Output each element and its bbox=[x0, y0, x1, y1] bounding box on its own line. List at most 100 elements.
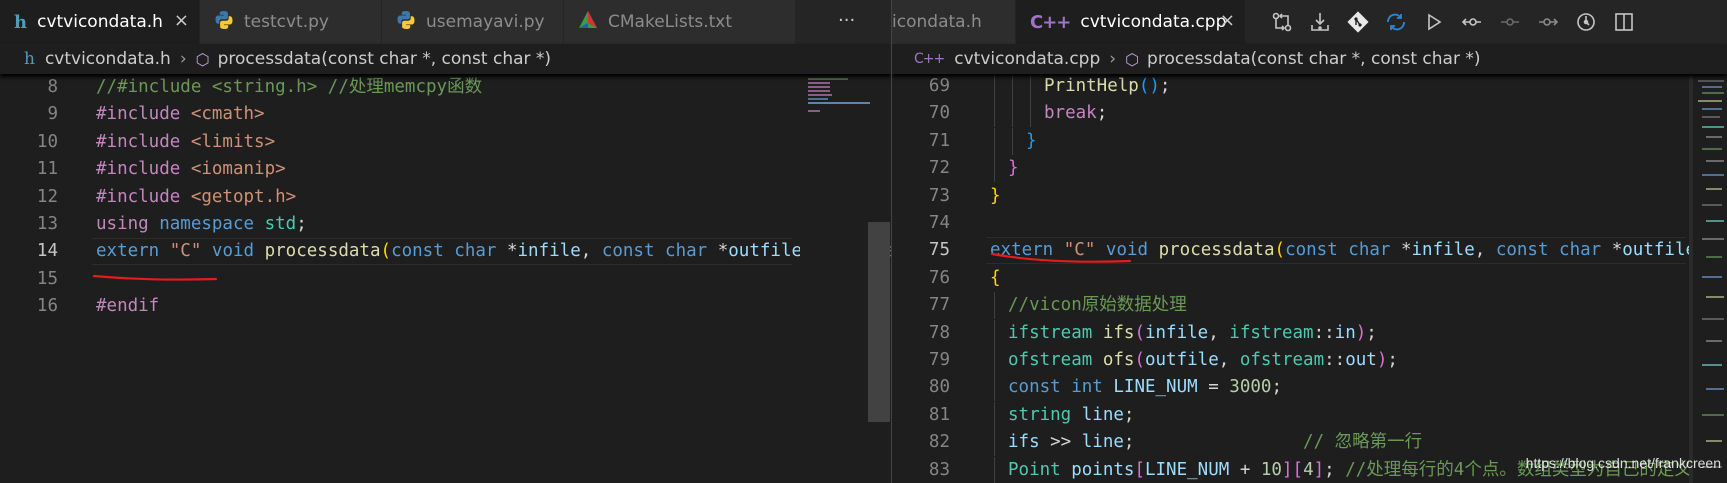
code-line[interactable]: 81 string line; bbox=[892, 401, 1692, 429]
code-token: const bbox=[391, 241, 455, 262]
code-line[interactable]: 70 break; bbox=[892, 100, 1692, 128]
code-line[interactable]: 12 #include <getopt.h> bbox=[0, 184, 800, 211]
compare-changes-icon[interactable] bbox=[1268, 8, 1296, 36]
code-text: extern "C" void processdata(const char *… bbox=[96, 238, 891, 265]
code-token: line bbox=[1081, 432, 1124, 453]
code-line[interactable]: 71} bbox=[892, 127, 1692, 155]
code-token: ; bbox=[1159, 76, 1171, 96]
cpp-file-icon: C++ bbox=[914, 51, 945, 67]
tab-cvtvicondata-cpp[interactable]: C++ cvtvicondata.cpp × bbox=[1016, 0, 1246, 44]
minimap[interactable] bbox=[800, 74, 872, 483]
timeline-icon[interactable] bbox=[1572, 8, 1600, 36]
code-text: } bbox=[1026, 128, 1037, 155]
python-icon bbox=[396, 10, 416, 35]
code-line[interactable]: 8 //#include <string.h> //处理memcpy函数 bbox=[0, 74, 800, 101]
breadcrumb: h cvtvicondata.h › ⬡ processdata(const c… bbox=[0, 44, 891, 74]
code-token: } bbox=[990, 185, 1001, 206]
code-line[interactable]: 74 bbox=[892, 210, 1692, 237]
code-line[interactable]: 11 #include <iomanip> bbox=[0, 156, 800, 183]
close-icon[interactable]: × bbox=[174, 10, 189, 31]
tab-cvtvicondata-h[interactable]: h cvtvicondata.h × bbox=[0, 0, 200, 44]
code-line[interactable]: 16 #endif bbox=[0, 293, 800, 320]
tab-vicondata-h[interactable]: vicondata.h bbox=[892, 0, 1016, 44]
code-line[interactable]: 9 #include <cmath> bbox=[0, 101, 800, 128]
tab-label: CMakeLists.txt bbox=[608, 12, 733, 32]
tab-label: cvtvicondata.h bbox=[37, 12, 163, 32]
code-text: #include <limits> bbox=[96, 129, 275, 156]
line-number: 77 bbox=[928, 295, 950, 316]
git-sync-icon[interactable] bbox=[1382, 8, 1410, 36]
git-icon[interactable] bbox=[1344, 8, 1372, 36]
code-line[interactable]: 13 using namespace std; bbox=[0, 211, 800, 238]
code-line[interactable]: 14 extern "C" void processdata(const char… bbox=[0, 238, 891, 265]
code-line[interactable]: 73} bbox=[892, 183, 1692, 210]
close-icon[interactable]: × bbox=[1220, 10, 1235, 31]
code-token: :: bbox=[1324, 350, 1346, 370]
go-to-commit-icon[interactable] bbox=[1496, 8, 1524, 36]
code-token: int bbox=[1071, 377, 1114, 398]
code-token: ; bbox=[1366, 322, 1377, 343]
line-number: 76 bbox=[928, 267, 950, 288]
code-token: [ bbox=[1134, 459, 1145, 480]
code-token: <iomanip> bbox=[190, 159, 286, 180]
tab-label: vicondata.h bbox=[892, 12, 982, 32]
code-token: infile bbox=[1411, 240, 1475, 261]
code-text: using namespace std; bbox=[96, 211, 307, 238]
watermark-url: https://blog.csdn.net/frankcreen bbox=[1525, 455, 1721, 471]
code-token: ; bbox=[296, 214, 307, 234]
go-back-icon[interactable] bbox=[1458, 8, 1486, 36]
code-token: ifs bbox=[1102, 322, 1135, 343]
code-token: line bbox=[1081, 404, 1124, 425]
code-token: , bbox=[1208, 322, 1230, 343]
code-line[interactable]: 80 const int LINE_NUM = 3000; bbox=[892, 374, 1692, 402]
code-token: ; bbox=[1387, 350, 1398, 370]
go-forward-icon[interactable] bbox=[1534, 8, 1562, 36]
code-line[interactable]: 10 #include <limits> bbox=[0, 129, 800, 156]
line-number: 11 bbox=[36, 159, 58, 180]
line-number: 16 bbox=[36, 296, 58, 317]
code-line[interactable]: 79 ofstream ofs(outfile, ofstream::out); bbox=[892, 347, 1692, 374]
code-line[interactable]: 72} bbox=[892, 155, 1692, 183]
breadcrumb-symbol[interactable]: processdata(const char *, const char *) bbox=[218, 49, 551, 69]
vertical-scrollbar[interactable] bbox=[1689, 74, 1693, 483]
line-number: 80 bbox=[928, 377, 950, 398]
cmake-icon bbox=[578, 10, 598, 35]
code-line[interactable]: 77 //vicon原始数据处理 bbox=[892, 292, 1692, 320]
tab-testcvt-py[interactable]: testcvt.py bbox=[200, 0, 382, 44]
code-token: infile bbox=[517, 241, 581, 262]
tab-cmakelists-txt[interactable]: CMakeLists.txt bbox=[564, 0, 796, 44]
indent-guide bbox=[1012, 73, 1013, 100]
method-cube-icon: ⬡ bbox=[195, 49, 210, 69]
indent-guide bbox=[994, 374, 995, 402]
code-token: in bbox=[1334, 322, 1356, 343]
git-pull-icon[interactable] bbox=[1306, 8, 1334, 36]
breadcrumb-file[interactable]: cvtvicondata.cpp bbox=[954, 49, 1100, 69]
code-token: ; bbox=[1096, 103, 1108, 124]
code-token: ifstream bbox=[1229, 322, 1314, 343]
more-actions-icon[interactable]: ··· bbox=[838, 10, 855, 31]
tab-label: usemayavi.py bbox=[426, 12, 545, 32]
tab-usemayavi-py[interactable]: usemayavi.py bbox=[382, 0, 564, 44]
code-token: ) bbox=[1376, 350, 1388, 370]
code-token: LINE_NUM bbox=[1113, 377, 1198, 398]
line-number: 74 bbox=[928, 213, 950, 233]
code-token: , bbox=[1474, 240, 1496, 261]
code-line[interactable]: 82 ifs >> line; // 忽略第一行 bbox=[892, 429, 1692, 457]
run-icon[interactable] bbox=[1420, 8, 1448, 36]
code-text: ifstream ifs(infile, ifstream::in); bbox=[1008, 320, 1377, 347]
code-editor[interactable]: 69 PrintHelp(); 70 break; 71} 72} 73} 74 75 exter… bbox=[892, 73, 1727, 483]
line-number: 10 bbox=[36, 131, 58, 152]
code-token: <limits> bbox=[190, 131, 276, 152]
code-text: } bbox=[1008, 155, 1019, 182]
split-editor-icon[interactable] bbox=[1610, 8, 1638, 36]
line-number: 73 bbox=[928, 185, 950, 206]
code-text: string line; bbox=[1008, 402, 1134, 429]
minimap[interactable] bbox=[1692, 74, 1727, 483]
code-token: #include bbox=[96, 159, 191, 180]
breadcrumb-symbol[interactable]: processdata(const char *, const char *) bbox=[1147, 49, 1480, 69]
breadcrumb-file[interactable]: cvtvicondata.h bbox=[45, 49, 171, 69]
vertical-scrollbar[interactable] bbox=[868, 222, 890, 422]
code-token: "C" bbox=[169, 241, 212, 262]
code-line[interactable]: 78 ifstream ifs(infile, ifstream::in); bbox=[892, 319, 1692, 347]
code-line[interactable]: 69 PrintHelp(); bbox=[892, 73, 1692, 100]
